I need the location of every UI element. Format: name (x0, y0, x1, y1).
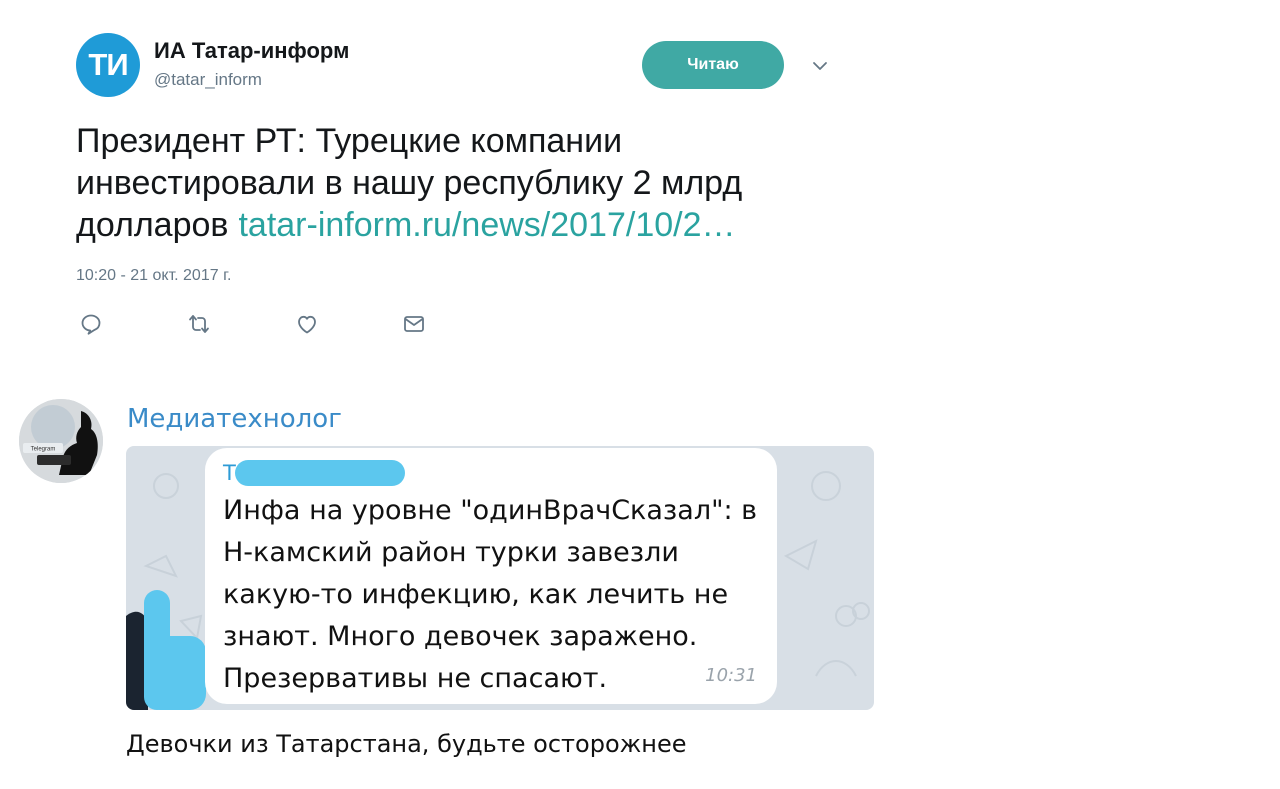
message-icon[interactable] (402, 312, 426, 336)
forwarded-sender: Т (223, 461, 236, 485)
author-avatar[interactable]: ТИ (76, 33, 140, 97)
chevron-down-icon[interactable] (810, 56, 830, 76)
tweet-card: ТИ ИА Татар-информ @tatar_inform Читаю П… (0, 0, 900, 360)
like-icon[interactable] (295, 312, 319, 336)
telegram-post: Telegram Медиатехнолог Т Инфа на уровне … (0, 380, 900, 789)
tweet-text: Президент РТ: Турецкие компании инвестир… (76, 120, 836, 246)
tweet-link[interactable]: tatar-inform.ru/news/2017/10/2… (238, 206, 735, 244)
channel-name[interactable]: Медиатехнолог (127, 404, 342, 434)
post-caption: Девочки из Татарстана, будьте осторожнее (126, 730, 687, 758)
tweet-timestamp[interactable]: 10:20 - 21 окт. 2017 г. (76, 267, 231, 285)
channel-avatar[interactable]: Telegram (19, 399, 103, 483)
forwarded-message-text: Инфа на уровне "одинВрачСказал": в Н-кам… (223, 495, 758, 694)
redaction-blur (126, 590, 206, 710)
forwarded-message-bubble: Т Инфа на уровне "одинВрачСказал": в Н-к… (205, 448, 777, 704)
retweet-icon[interactable] (187, 312, 211, 336)
following-button[interactable]: Читаю (642, 41, 784, 89)
screenshot-image[interactable]: Т Инфа на уровне "одинВрачСказал": в Н-к… (126, 446, 874, 710)
avatar-label: Telegram (31, 447, 56, 453)
author-name[interactable]: ИА Татар-информ (154, 38, 349, 64)
sender-redaction (235, 460, 405, 486)
reply-icon[interactable] (79, 312, 103, 336)
message-time: 10:31 (705, 665, 757, 686)
author-handle[interactable]: @tatar_inform (154, 70, 262, 90)
silhouette-avatar-image: Telegram (19, 399, 103, 483)
